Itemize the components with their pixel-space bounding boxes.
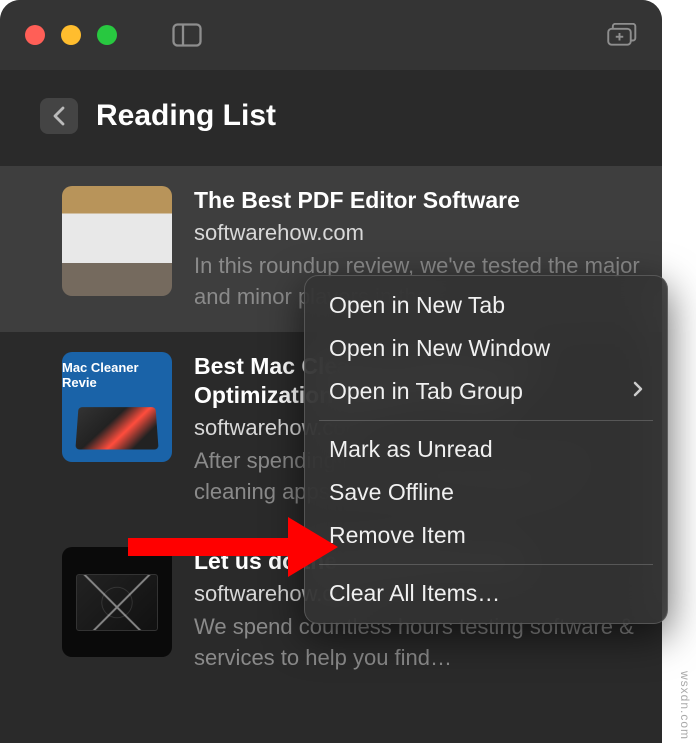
menu-remove-item[interactable]: Remove Item (305, 514, 667, 557)
context-menu: Open in New Tab Open in New Window Open … (304, 275, 668, 624)
sidebar-toggle-icon[interactable] (172, 23, 202, 47)
back-button[interactable] (40, 98, 78, 134)
menu-save-offline[interactable]: Save Offline (305, 471, 667, 514)
titlebar (0, 0, 662, 70)
menu-separator (319, 564, 653, 565)
close-window-button[interactable] (25, 25, 45, 45)
new-tab-icon[interactable] (607, 23, 637, 47)
item-domain: softwarehow.com (194, 220, 640, 246)
item-title: The Best PDF Editor Software (194, 186, 640, 215)
menu-separator (319, 420, 653, 421)
thumbnail (62, 186, 172, 296)
traffic-lights (25, 25, 117, 45)
watermark: wsxdn.com (678, 671, 692, 740)
maximize-window-button[interactable] (97, 25, 117, 45)
sidebar-header: Reading List (0, 70, 662, 166)
minimize-window-button[interactable] (61, 25, 81, 45)
menu-open-new-tab[interactable]: Open in New Tab (305, 284, 667, 327)
menu-mark-unread[interactable]: Mark as Unread (305, 428, 667, 471)
menu-open-new-window[interactable]: Open in New Window (305, 327, 667, 370)
chevron-right-icon (633, 380, 643, 403)
thumbnail (62, 547, 172, 657)
page-title: Reading List (96, 99, 276, 133)
thumbnail: Mac Cleaner Revie (62, 352, 172, 462)
menu-clear-all[interactable]: Clear All Items… (305, 572, 667, 615)
menu-open-tab-group[interactable]: Open in Tab Group (305, 370, 667, 413)
